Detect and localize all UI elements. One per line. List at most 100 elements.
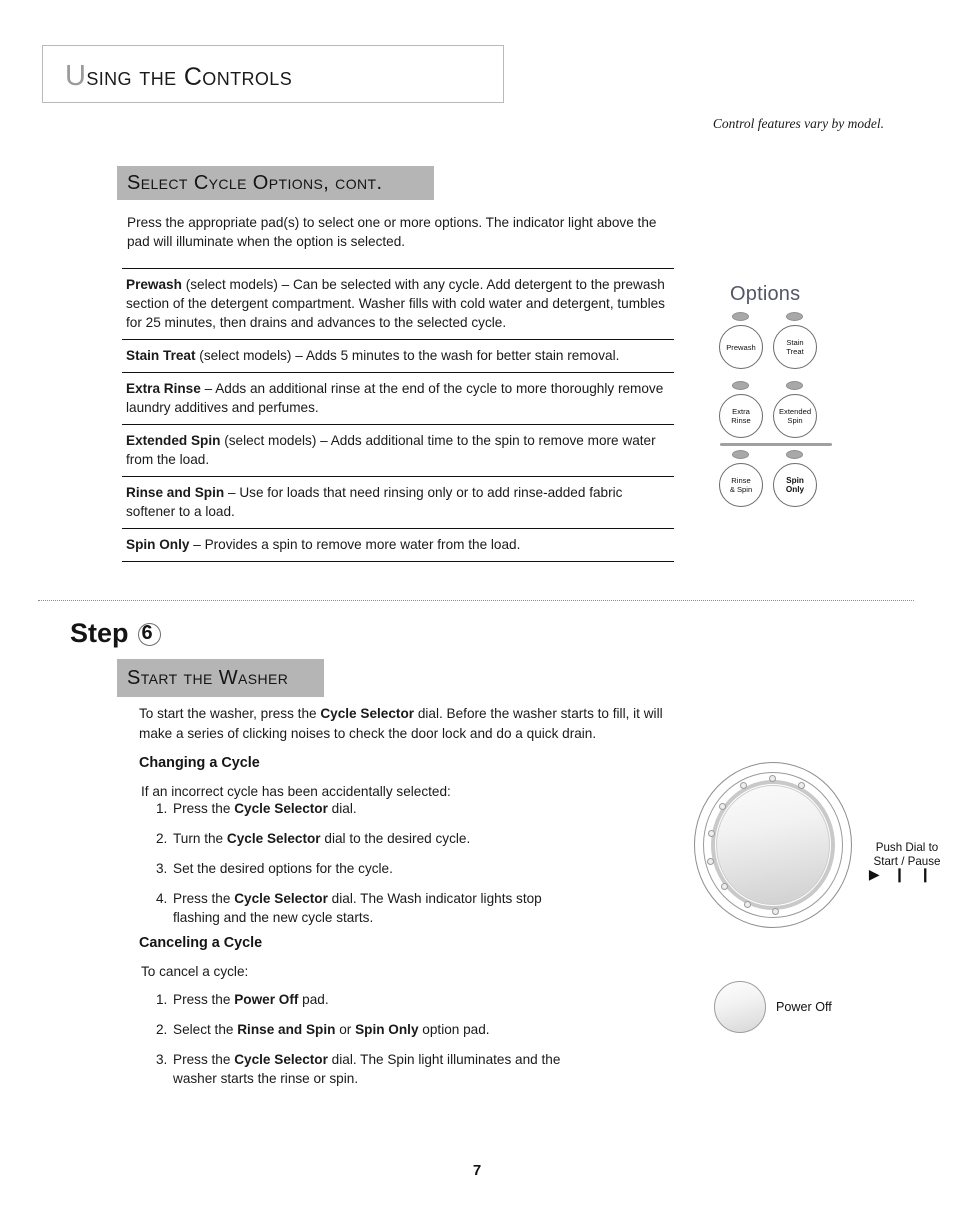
dial-position-dot [740,782,747,789]
canceling-a-cycle-lead: To cancel a cycle: [141,964,249,979]
list-item-number: 3. [156,861,168,876]
option-pad-extended-spin[interactable]: Extended Spin [773,394,817,438]
dial-knob[interactable] [716,785,830,905]
option-term: Extra Rinse [126,381,201,396]
option-pad-stain-treat[interactable]: Stain Treat [773,325,817,369]
dial-position-dot [744,901,751,908]
power-off-button[interactable] [714,981,766,1033]
option-qualifier: – [224,485,240,500]
option-definition-row: Stain Treat (select models) – Adds 5 min… [122,339,674,372]
options-panel-title: Options [730,283,801,305]
section-header-start-the-washer: Start the Washer [117,659,324,697]
options-control-panel-illustration: Options Prewash Stain Treat Extra Rinse Ex… [712,283,842,513]
section-header-label: Select Cycle Options, cont. [127,171,383,194]
list-item: 3. Set the desired options for the cycle… [156,859,576,878]
section-header-label: Start the Washer [127,666,289,689]
section-header-select-cycle-options: Select Cycle Options, cont. [117,166,434,200]
list-item: 1. Press the Power Off pad. [156,990,576,1009]
options-panel-divider [720,443,832,446]
option-term: Stain Treat [126,348,196,363]
list-item-text: Press the Power Off pad. [173,992,329,1007]
power-off-illustration: Power Off [714,981,934,1035]
list-item-text: Press the Cycle Selector dial. [173,801,357,816]
indicator-light-prewash [732,312,749,321]
option-pad-rinse-and-spin[interactable]: Rinse & Spin [719,463,763,507]
option-qualifier: (select models) – [181,277,293,292]
dial-position-dot [769,775,776,782]
option-description: Adds 5 minutes to the wash for better st… [305,348,620,363]
page-title-rest: sing the Controls [86,63,293,91]
list-item-text: Press the Cycle Selector dial. The Spin … [173,1052,561,1086]
cycle-selector-dial-illustration[interactable] [694,762,854,930]
model-note: Control features vary by model. [712,116,884,131]
option-qualifier: – [200,381,216,396]
step-heading: Step 6 [70,618,162,649]
list-item-number: 2. [156,1022,168,1037]
section-divider [38,600,914,601]
indicator-light-extra-rinse [732,381,749,390]
option-term: Extended Spin [126,433,221,448]
indicator-light-extended-spin [786,381,803,390]
option-pad-prewash[interactable]: Prewash [719,325,763,369]
dial-position-dot [772,908,779,915]
step-word: Step [70,618,129,648]
page-title-box: Using the Controls [42,45,504,103]
list-item: 2. Select the Rinse and Spin or Spin Onl… [156,1020,576,1039]
list-item-number: 3. [156,1052,168,1067]
page-title: Using the Controls [65,60,292,93]
option-pad-label: Prewash [726,342,756,352]
option-pad-spin-only[interactable]: Spin Only [773,463,817,507]
option-pad-label: Extended Spin [778,407,812,425]
dial-position-dot [707,858,714,865]
indicator-light-stain-treat [786,312,803,321]
list-item: 4. Press the Cycle Selector dial. The Wa… [156,889,576,927]
dial-play-pause-icons: ▶❙❙ [862,866,952,883]
option-pad-label: Spin Only [785,476,805,494]
option-definition-row: Extended Spin (select models) – Adds add… [122,424,674,476]
changing-a-cycle-list: 1. Press the Cycle Selector dial. 2. Tur… [156,799,576,938]
option-pad-extra-rinse[interactable]: Extra Rinse [719,394,763,438]
page-number: 7 [472,1162,482,1179]
list-item: 3. Press the Cycle Selector dial. The Sp… [156,1050,576,1088]
list-item: 1. Press the Cycle Selector dial. [156,799,576,818]
step-number-circle-icon: 6 [136,621,162,647]
dial-position-dot [708,830,715,837]
dial-position-dot [798,782,805,789]
option-description: Provides a spin to remove more water fro… [204,537,521,552]
play-icon: ▶ [868,866,894,882]
subheading-changing-a-cycle: Changing a Cycle [139,755,260,771]
list-item-number: 4. [156,891,168,906]
list-item-text: Set the desired options for the cycle. [173,861,393,876]
step-number: 6 [141,621,153,644]
page-title-dropcap: U [65,60,87,92]
list-item-text: Press the Cycle Selector dial. The Wash … [173,891,542,925]
list-item: 2. Turn the Cycle Selector dial to the d… [156,829,576,848]
power-off-label: Power Off [776,1000,832,1014]
option-definition-row: Spin Only – Provides a spin to remove mo… [122,528,674,562]
option-definition-row: Extra Rinse – Adds an additional rinse a… [122,372,674,424]
indicator-light-rinse-and-spin [732,450,749,459]
option-qualifier: (select models) – [220,433,331,448]
list-item-number: 1. [156,801,168,816]
dial-caption-line1: Push Dial to [875,841,939,854]
list-item-number: 1. [156,992,168,1007]
option-pad-label: Stain Treat [786,338,804,356]
list-item-text: Turn the Cycle Selector dial to the desi… [173,831,471,846]
option-definition-row: Rinse and Spin – Use for loads that need… [122,476,674,528]
step6-intro: To start the washer, press the Cycle Sel… [139,706,663,741]
option-qualifier: – [189,537,205,552]
subheading-canceling-a-cycle: Canceling a Cycle [139,935,263,951]
canceling-a-cycle-list: 1. Press the Power Off pad. 2. Select th… [156,990,576,1099]
option-definition-list: Prewash (select models) – Can be selecte… [122,268,674,562]
dial-position-dot [721,883,728,890]
option-pad-label: Extra Rinse [731,407,751,425]
pause-icon: ❙❙ [893,866,946,882]
option-qualifier: (select models) – [195,348,306,363]
option-pad-label: Rinse & Spin [729,476,753,494]
dial-caption: Push Dial to Start / Pause [862,841,952,869]
list-item-number: 2. [156,831,168,846]
option-term: Spin Only [126,537,190,552]
option-term: Rinse and Spin [126,485,225,500]
option-term: Prewash [126,277,182,292]
option-definition-row: Prewash (select models) – Can be selecte… [122,268,674,339]
